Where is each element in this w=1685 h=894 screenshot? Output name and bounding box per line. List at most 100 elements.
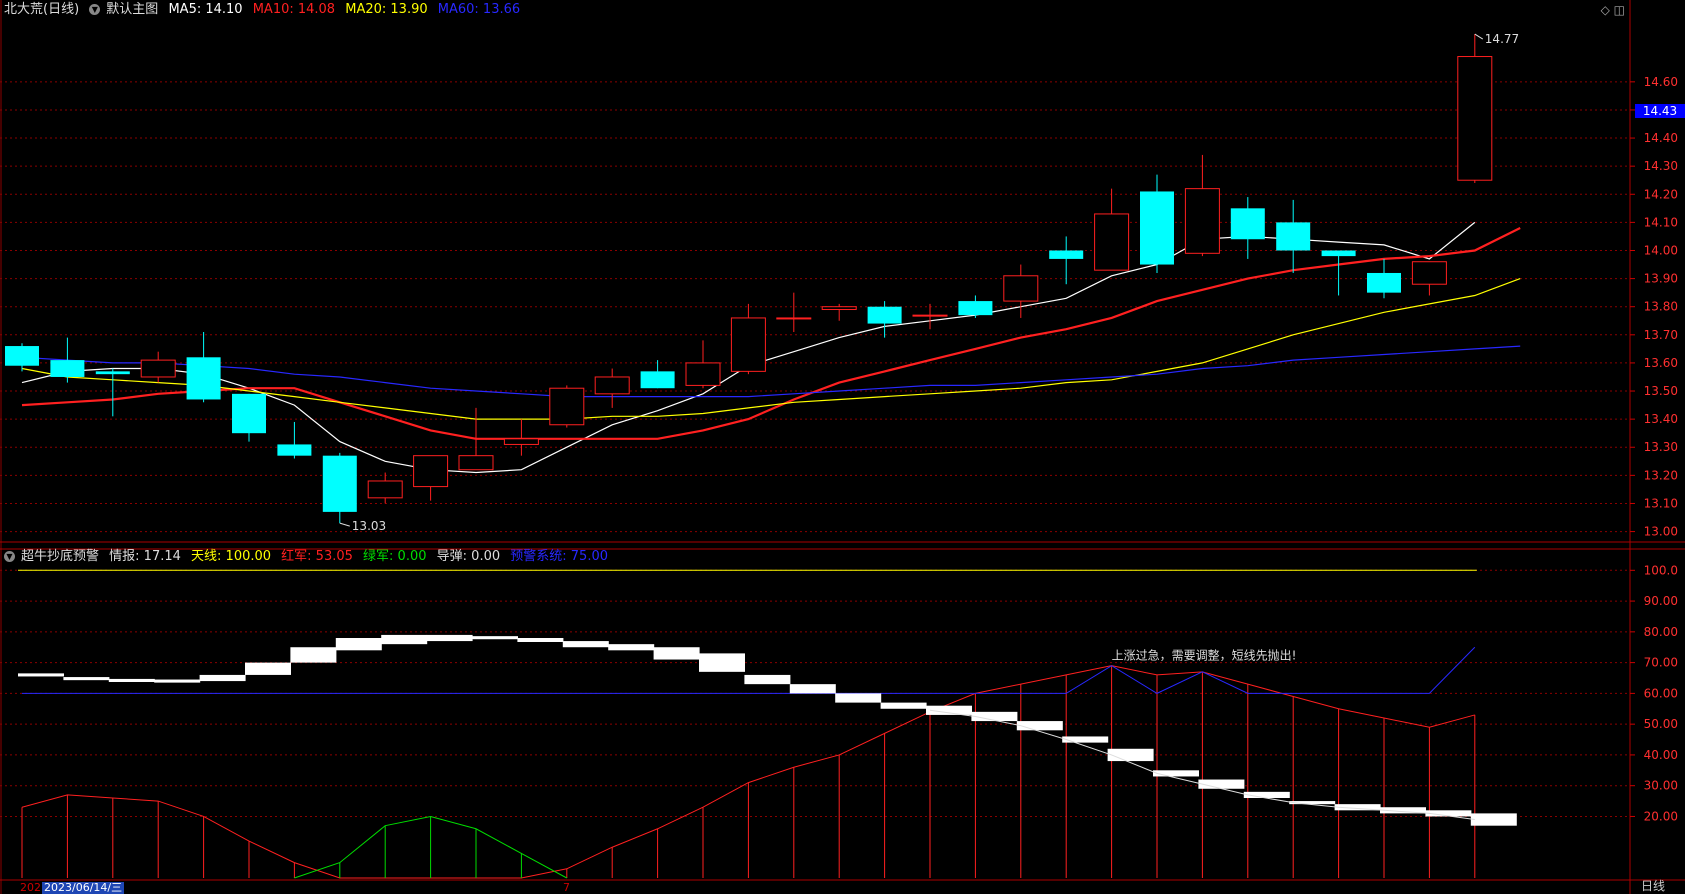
candle-body-up [1003,275,1039,302]
candle-body-down [5,346,39,366]
candle-body-up [1094,213,1130,271]
candle [640,360,675,389]
ma5-label: MA5: 14.10 [168,2,243,17]
indicator-menu-icon[interactable]: ▼ [4,551,15,562]
indicator-warning-label: 预警系统: 75.00 [510,549,608,564]
candle [1321,250,1356,296]
info-bar [1198,779,1245,789]
candle [1230,197,1265,259]
candle-body-up [140,359,176,378]
low-price-label: 13.03 [352,519,386,533]
price-tick-label: 13.50 [1644,384,1678,398]
indicator-red-label: 红军: 53.05 [281,549,353,564]
candle [594,368,630,408]
diamond-icon[interactable]: ◇ [1601,3,1610,17]
panel-toggle-icon[interactable]: ◫ [1614,3,1625,17]
candle-body-down [322,455,357,512]
price-tick-label: 13.60 [1644,356,1678,370]
candle [413,455,449,501]
price-tick-label: 13.00 [1644,525,1678,539]
indicator-tick-label: 80.00 [1644,625,1678,639]
info-bar [199,674,246,682]
candle-body-down [186,357,221,400]
info-bar [335,638,382,651]
price-tick-label: 14.40 [1644,131,1678,145]
price-tick-label: 13.80 [1644,300,1678,314]
candle [186,332,221,403]
high-price-label: 14.77 [1485,32,1519,46]
info-bar [1107,748,1154,762]
candle [958,295,993,318]
candle [1094,188,1130,271]
candle [1049,236,1084,285]
info-bar [1062,736,1109,743]
info-bar [1153,770,1199,777]
candle [95,368,130,417]
price-tick-label: 13.90 [1644,272,1678,286]
indicator-name[interactable]: 超牛抄底预警 [21,549,99,564]
candle-body-up [776,317,812,320]
candle-body-down [958,301,993,316]
info-bar [880,702,927,709]
candle [821,303,857,321]
candle [232,393,266,442]
candle [367,472,403,504]
candle [1457,34,1493,184]
candle-body-up [821,306,857,311]
indicator-green-label: 绿军: 0.00 [363,549,427,564]
candle [1003,264,1039,318]
candle-body-up [685,362,721,386]
candle [730,303,766,375]
candle [1367,258,1401,299]
candle [776,292,812,332]
candle-body-down [50,360,85,377]
candle [912,303,948,330]
info-bar [1016,721,1063,731]
ma60-label: MA60: 13.66 [437,2,521,17]
candle-body-down [95,371,130,375]
indicator-tick-label: 90.00 [1644,594,1678,608]
price-tick-label: 13.20 [1644,468,1678,482]
kline-chart-canvas[interactable]: 14.6014.5014.4014.3014.2014.1014.0013.90… [0,0,1685,894]
candle-body-up [594,376,630,395]
period-label[interactable]: 日线 [1641,877,1665,894]
info-bar [63,677,110,681]
info-bar [472,636,518,640]
candle-body-up [730,317,766,372]
price-tick-label: 14.00 [1644,243,1678,257]
indicator-tick-label: 20.00 [1644,809,1678,823]
indicator-tick-label: 70.00 [1644,656,1678,670]
low-pointer [339,522,350,527]
candle-body-down [1140,191,1174,265]
price-tick-label: 14.10 [1644,215,1678,229]
indicator-tick-label: 50.00 [1644,717,1678,731]
candle [1411,261,1447,296]
price-tick-label: 13.10 [1644,496,1678,510]
main-chart-header: 北大荒(日线) ▼ 默认主图 MA5: 14.10 MA10: 14.08 MA2… [4,2,526,18]
info-bar [835,693,882,703]
price-tick-label: 14.20 [1644,187,1678,201]
ma10-label: MA10: 14.08 [252,2,336,17]
date-cursor-label: 2023/06/14/三 [42,881,125,894]
info-bar [381,634,428,645]
candle [277,421,312,459]
candle-body-up [1411,261,1447,285]
candle [50,337,85,383]
template-menu-icon[interactable]: ▼ [89,4,101,15]
info-bar [699,653,745,672]
info-bar [18,673,64,677]
candle-body-up [458,455,494,471]
candle-body-up [367,480,403,499]
price-tick-label: 13.70 [1644,328,1678,342]
candle-body-down [1321,250,1356,257]
info-bar [245,662,291,675]
info-bar [744,674,791,685]
template-name[interactable]: 默认主图 [106,2,158,17]
info-bar [290,647,337,663]
info-bar [562,641,609,648]
candle-body-up [503,438,539,445]
candle-body-up [1457,56,1493,181]
high-pointer [1474,33,1484,40]
candle-body-up [912,314,948,317]
indicator-tick-label: 40.00 [1644,748,1678,762]
